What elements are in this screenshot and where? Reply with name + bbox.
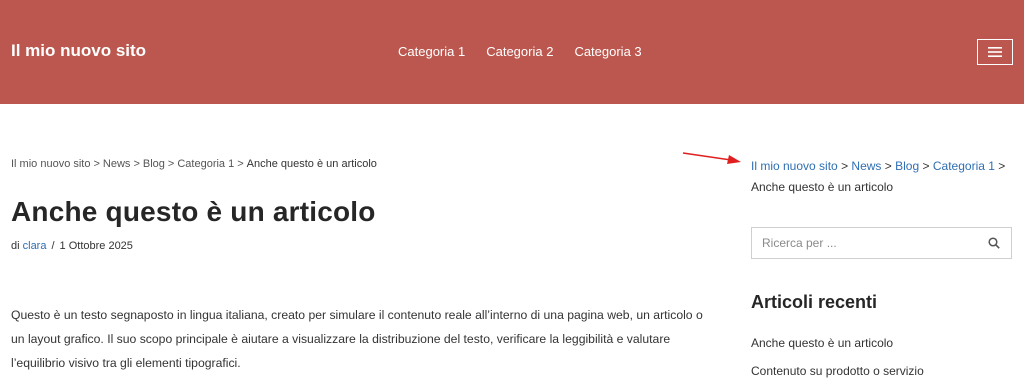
red-arrow-icon <box>682 152 741 164</box>
sidebar-breadcrumb-link-categoria-1[interactable]: Categoria 1 <box>933 159 995 173</box>
sidebar-breadcrumb-link-blog[interactable]: Blog <box>895 159 919 173</box>
site-header: Il mio nuovo sito Categoria 1 Categoria … <box>0 0 1024 104</box>
sidebar-breadcrumb: Il mio nuovo sito > News > Blog > Catego… <box>751 156 1016 198</box>
post-author-link[interactable]: clara <box>23 240 47 252</box>
post-body: Questo è un testo segnaposto in lingua i… <box>11 308 703 370</box>
recent-posts-list: Anche questo è un articolo Contenuto su … <box>751 329 924 385</box>
post-title: Anche questo è un articolo <box>11 196 376 227</box>
post-date: 1 Ottobre 2025 <box>59 240 133 252</box>
recent-post-link[interactable]: Contenuto su prodotto o servizio <box>751 364 924 378</box>
meta-separator: / <box>51 240 55 252</box>
nav-item-categoria-2[interactable]: Categoria 2 <box>486 44 553 59</box>
breadcrumb-separator: > <box>884 159 892 173</box>
sidebar-breadcrumb-link-home[interactable]: Il mio nuovo sito <box>751 159 838 173</box>
search-button[interactable] <box>984 234 1004 254</box>
hamburger-menu-icon <box>988 47 1002 57</box>
breadcrumb-separator: > <box>167 158 175 170</box>
primary-nav: Categoria 1 Categoria 2 Categoria 3 <box>398 44 663 59</box>
search-icon <box>988 236 1000 249</box>
breadcrumb-separator: > <box>237 158 244 170</box>
recent-post-link[interactable]: Anche questo è un articolo <box>751 336 893 350</box>
breadcrumb-separator: > <box>841 159 849 173</box>
post-author-prefix: di <box>11 240 20 252</box>
breadcrumb-separator: > <box>93 158 100 170</box>
breadcrumb-current: Anche questo è un articolo <box>246 158 377 170</box>
list-item: Contenuto su prodotto o servizio <box>751 357 924 385</box>
recent-posts-title: Articoli recenti <box>751 292 878 312</box>
post-meta: di clara / 1 Ottobre 2025 <box>11 240 133 252</box>
search-input[interactable] <box>752 228 977 258</box>
menu-toggle-button[interactable] <box>977 39 1013 65</box>
sidebar-breadcrumb-link-news[interactable]: News <box>851 159 881 173</box>
breadcrumb: Il mio nuovo sito > News > Blog > Categoria 1 >… <box>11 158 377 170</box>
breadcrumb-link-news[interactable]: News <box>103 158 131 170</box>
sidebar-breadcrumb-current: Anche questo è un articolo <box>751 180 894 194</box>
breadcrumb-separator: > <box>998 159 1006 173</box>
breadcrumb-link-home[interactable]: Il mio nuovo sito <box>11 158 90 170</box>
site-title[interactable]: Il mio nuovo sito <box>11 41 146 61</box>
breadcrumb-separator: > <box>133 158 140 170</box>
nav-item-categoria-1[interactable]: Categoria 1 <box>398 44 465 59</box>
breadcrumb-link-categoria-1[interactable]: Categoria 1 <box>177 158 234 170</box>
nav-item-categoria-3[interactable]: Categoria 3 <box>574 44 641 59</box>
search-form <box>751 227 1012 259</box>
breadcrumb-link-blog[interactable]: Blog <box>143 158 165 170</box>
breadcrumb-separator: > <box>922 159 930 173</box>
list-item: Anche questo è un articolo <box>751 329 924 357</box>
